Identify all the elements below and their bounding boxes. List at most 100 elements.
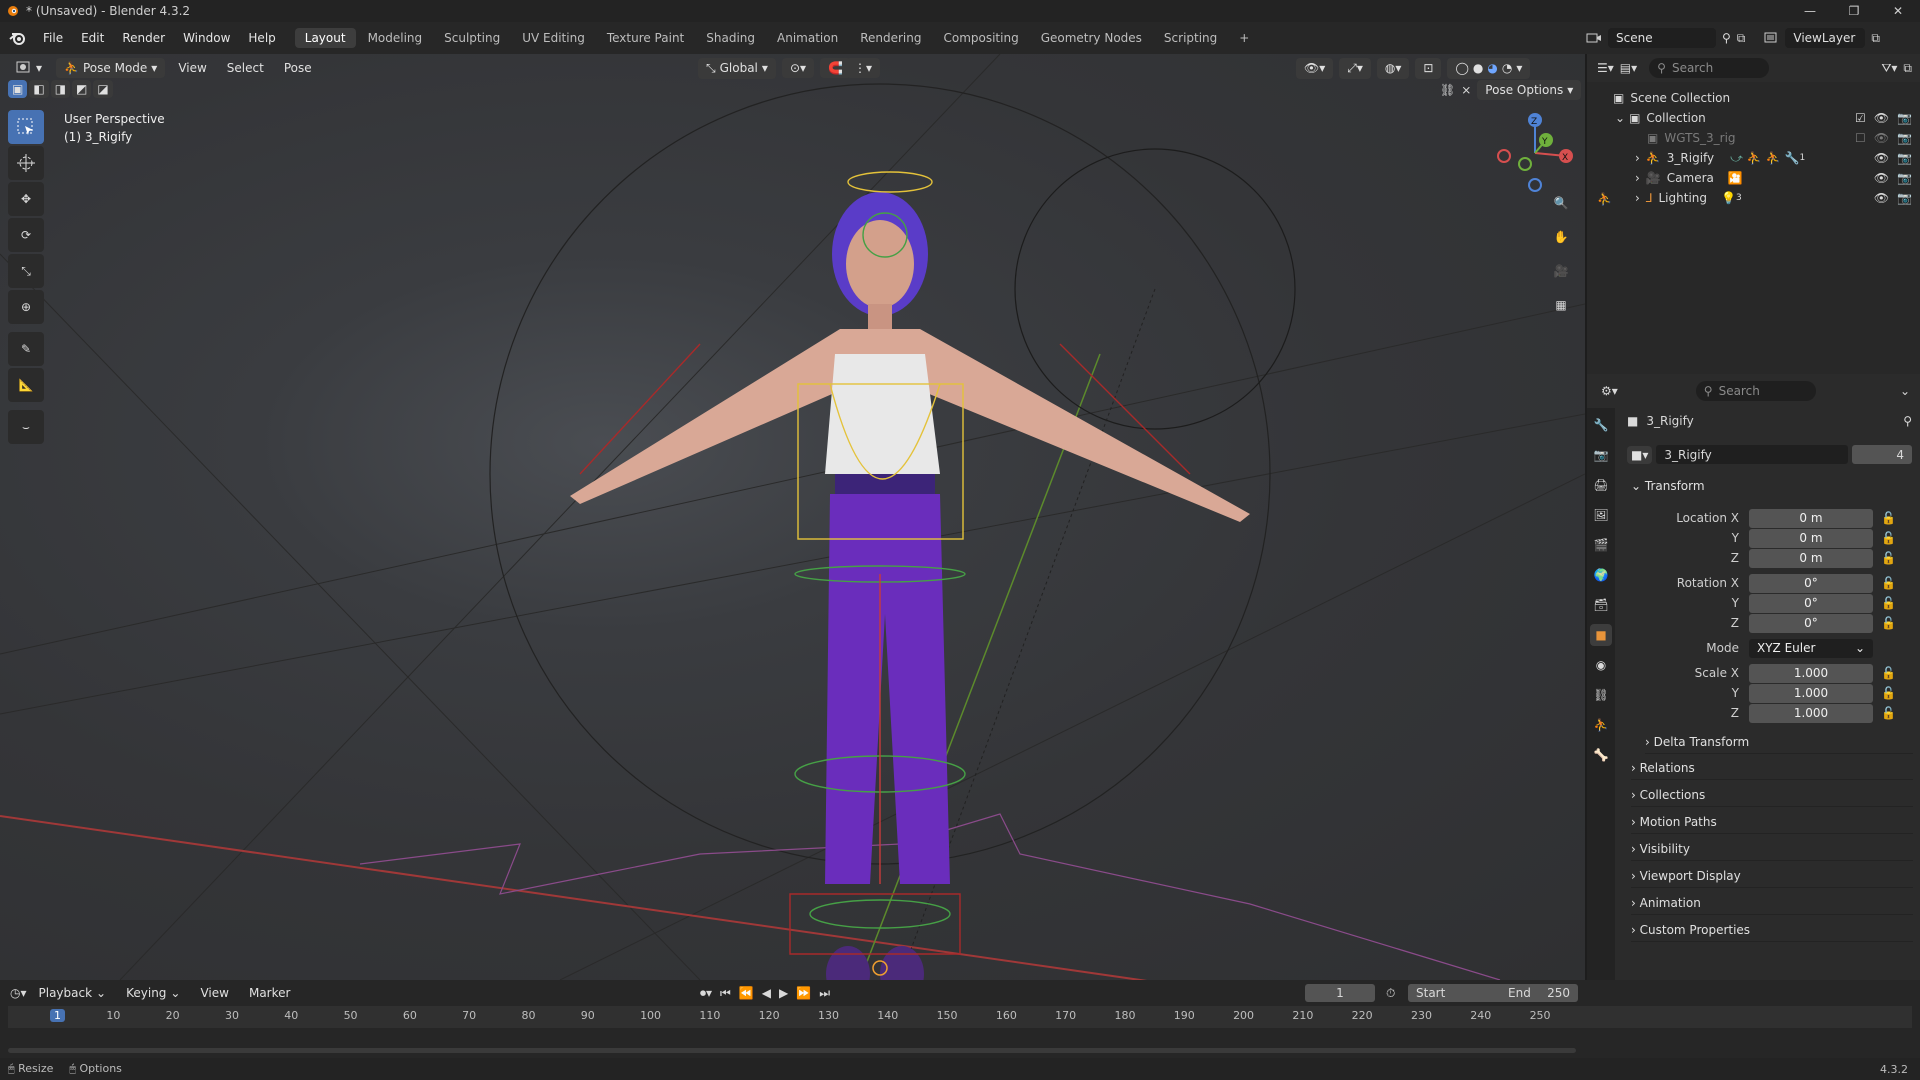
relations-section[interactable]: › Relations [1631,756,1913,780]
jump-end-icon[interactable]: ⏭ [819,986,830,1001]
rendered-shading-icon[interactable]: ◔ [1502,61,1512,75]
marker-menu[interactable]: Marker [241,983,298,1003]
menu-render[interactable]: Render [113,31,174,45]
expand-arrow-icon[interactable]: › [1635,151,1640,165]
tab-rendering[interactable]: Rendering [850,28,931,48]
current-frame-field[interactable]: 1 [1305,984,1375,1002]
scene-selector[interactable]: Scene [1608,28,1716,48]
motion-paths-section[interactable]: › Motion Paths [1631,810,1913,834]
pose-menu[interactable]: Pose [277,59,319,77]
blender-menu-icon[interactable] [8,30,26,46]
measure-tool[interactable]: 📐 [8,368,44,402]
use-preview-range-icon[interactable]: ⏱ [1386,986,1395,1001]
timeline-editor-type-icon[interactable]: ◷▾ [10,986,27,1000]
properties-search-input[interactable]: ⚲ Search [1695,381,1816,401]
render-camera-icon[interactable]: 📷 [1897,131,1912,145]
pin-icon[interactable]: ⚲ [1903,414,1912,428]
world-tab-icon[interactable]: 🌍 [1590,564,1612,586]
object-tab-icon[interactable]: ■ [1590,624,1612,646]
frame-ruler[interactable]: 1 10 20 30 40 50 60 70 80 90 100 110 120 130 140 150 160… [8,1006,1912,1028]
output-tab-icon[interactable]: 🖨 [1590,474,1612,496]
pan-hand-icon[interactable]: ✋ [1548,224,1574,250]
lock-icon[interactable]: 🔓 [1881,666,1896,680]
tab-layout[interactable]: Layout [294,28,356,48]
outliner-search-input[interactable]: ⚲ Search [1649,58,1770,78]
select-subtract-icon[interactable]: ◨ [50,80,71,98]
outliner-row-lighting[interactable]: › ⅃ Lighting 💡 3 👁 📷 [1587,188,1920,208]
tool-tab-icon[interactable]: 🔧 [1590,414,1612,436]
animation-section[interactable]: › Animation [1631,891,1913,915]
constraints-tab-icon[interactable]: ⛓ [1590,684,1612,706]
mirror-x-icon[interactable]: ⨯ [1461,83,1471,97]
character-mesh[interactable] [570,192,1250,980]
timeline-scrollbar[interactable] [8,1048,1576,1053]
new-collection-icon[interactable]: ⧉ [1903,61,1912,76]
armature-data-tab-icon[interactable]: ⛹ [1590,714,1612,736]
snap-target-selector[interactable]: ⋮▾ [846,58,881,78]
exclude-checkbox[interactable]: ☑ [1855,111,1866,125]
expand-arrow-icon[interactable]: › [1635,191,1640,205]
tab-compositing[interactable]: Compositing [933,28,1028,48]
visibility-eye-icon[interactable]: 👁 [1874,111,1889,125]
outliner-row-camera[interactable]: › 🎥 Camera 🎦 👁 📷 [1587,168,1920,188]
jump-start-icon[interactable]: ⏮ [720,986,731,1001]
select-new-icon[interactable]: ▣ [8,80,28,98]
view-menu[interactable]: View [171,59,213,77]
next-keyframe-icon[interactable]: ⏩ [796,986,811,1000]
add-workspace-button[interactable]: + [1229,28,1259,48]
tab-modeling[interactable]: Modeling [358,28,433,48]
editor-type-button[interactable]: ▾ [8,58,50,78]
render-camera-icon[interactable]: 📷 [1897,191,1912,205]
tab-animation[interactable]: Animation [767,28,848,48]
delta-transform-section[interactable]: › Delta Transform [1645,730,1913,754]
playback-menu[interactable]: Playback ⌄ [31,983,115,1003]
render-camera-icon[interactable]: 📷 [1897,171,1912,185]
view-layer-selector[interactable]: ViewLayer [1785,28,1866,48]
wireframe-shading-icon[interactable]: ◯ [1455,61,1468,75]
play-icon[interactable]: ▶ [779,986,788,1000]
datablock-browse-icon[interactable]: ■▾ [1627,445,1653,464]
select-extend-icon[interactable]: ◧ [29,80,49,98]
keying-menu[interactable]: Keying ⌄ [118,983,188,1003]
shading-modes[interactable]: ◯ ● ◕ ◔ ▾ [1447,57,1531,79]
annotate-tool[interactable]: ✎ [8,332,44,366]
scene-tab-icon[interactable]: 🎬 [1590,534,1612,556]
viewport-display-section[interactable]: › Viewport Display [1631,864,1913,888]
lock-icon[interactable]: 🔓 [1881,686,1896,700]
collections-section[interactable]: › Collections [1631,783,1913,807]
lock-icon[interactable]: 🔓 [1881,531,1896,545]
custom-properties-section[interactable]: › Custom Properties [1631,918,1913,942]
rotation-x-field[interactable]: 0° [1749,573,1873,593]
pivot-point-selector[interactable]: ⊙▾ [782,58,815,78]
user-count[interactable]: 4 [1852,445,1912,464]
lock-icon[interactable]: 🔓 [1881,596,1896,610]
3d-viewport[interactable]: ▾ ⛹ Pose Mode ▾ View Select Pose ⤡ Global… [0,54,1585,980]
overlays-toggle[interactable]: ◍▾ [1376,57,1410,79]
location-x-field[interactable]: 0 m [1749,508,1873,528]
lock-icon[interactable]: 🔓 [1881,576,1896,590]
transform-tool[interactable]: ⊕ [8,290,44,324]
menu-edit[interactable]: Edit [72,31,113,45]
transform-orientation-selector[interactable]: ⤡ Global ▾ [698,57,776,79]
camera-view-icon[interactable]: 🎥 [1548,258,1574,284]
location-z-field[interactable]: 0 m [1749,548,1873,568]
perspective-grid-icon[interactable]: ▦ [1548,292,1574,318]
minimize-button[interactable]: — [1788,0,1832,22]
pose-mode-toggle-icon[interactable]: ⛹ [1597,192,1612,206]
relax-pose-tool[interactable]: ⌣ [8,410,44,444]
tab-sculpting[interactable]: Sculpting [434,28,510,48]
gizmos-toggle[interactable]: ⤢▾ [1339,57,1371,79]
select-box-tool[interactable] [8,110,44,144]
visibility-eye-icon[interactable]: 👁 [1874,151,1889,165]
collection-tab-icon[interactable]: 🗃 [1590,594,1612,616]
scale-tool[interactable]: ⤡ [8,254,44,288]
render-camera-icon[interactable]: 📷 [1897,111,1912,125]
menu-file[interactable]: File [34,31,72,45]
visibility-eye-icon[interactable]: 👁 [1874,131,1889,145]
tab-uv-editing[interactable]: UV Editing [512,28,595,48]
outliner-row-rigify[interactable]: › ⛹ 3_Rigify ⤻ ⛹ ⛹ 🔧 1 👁 📷 [1587,148,1920,168]
select-intersect-icon[interactable]: ◪ [93,80,113,98]
pin-icon[interactable]: ⚲ [1722,31,1731,45]
cursor-tool[interactable] [8,146,44,180]
new-scene-icon[interactable]: ⧉ [1737,31,1746,46]
